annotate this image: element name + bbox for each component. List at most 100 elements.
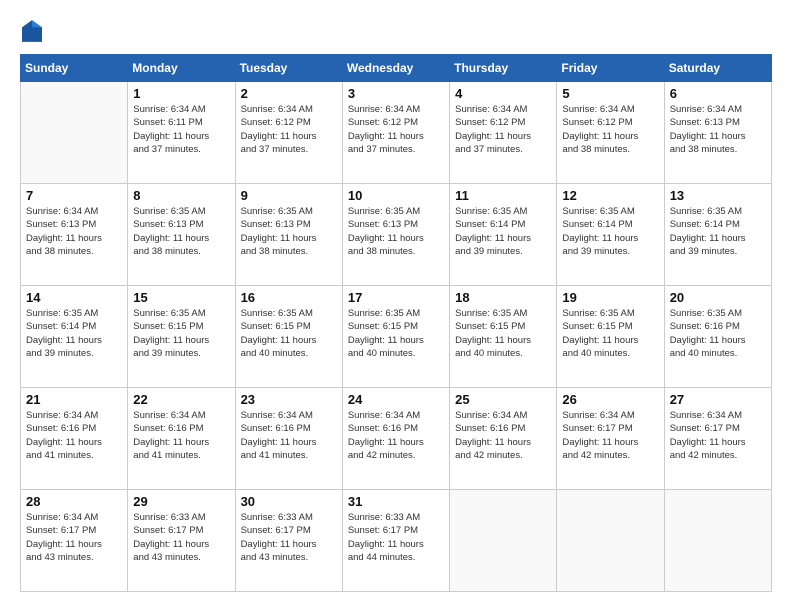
cell-info: Sunrise: 6:35 AM Sunset: 6:14 PM Dayligh… <box>670 205 766 258</box>
day-number: 23 <box>241 392 337 407</box>
cell-info: Sunrise: 6:35 AM Sunset: 6:15 PM Dayligh… <box>241 307 337 360</box>
calendar-header: SundayMondayTuesdayWednesdayThursdayFrid… <box>21 55 772 82</box>
day-number: 19 <box>562 290 658 305</box>
column-header-monday: Monday <box>128 55 235 82</box>
day-number: 24 <box>348 392 444 407</box>
day-number: 4 <box>455 86 551 101</box>
day-number: 31 <box>348 494 444 509</box>
calendar-cell: 31 Sunrise: 6:33 AM Sunset: 6:17 PM Dayli… <box>342 490 449 592</box>
calendar-cell: 18Sunrise: 6:35 AM Sunset: 6:15 PM Dayli… <box>450 286 557 388</box>
cell-info: Sunrise: 6:35 AM Sunset: 6:13 PM Dayligh… <box>133 205 229 258</box>
day-number: 22 <box>133 392 229 407</box>
cell-info: Sunrise: 6:33 AM Sunset: 6:17 PM Dayligh… <box>241 511 337 564</box>
day-number: 13 <box>670 188 766 203</box>
day-number: 25 <box>455 392 551 407</box>
calendar-cell: 15 Sunrise: 6:35 AM Sunset: 6:15 PM Dayli… <box>128 286 235 388</box>
header <box>20 20 772 42</box>
day-number: 11 <box>455 188 551 203</box>
cell-info: Sunrise: 6:34 AM Sunset: 6:16 PM Dayligh… <box>26 409 122 462</box>
column-header-saturday: Saturday <box>664 55 771 82</box>
cell-info: Sunrise: 6:34 AM Sunset: 6:13 PM Dayligh… <box>26 205 122 258</box>
calendar-cell: 10 Sunrise: 6:35 AM Sunset: 6:13 PM Dayli… <box>342 184 449 286</box>
day-number: 1 <box>133 86 229 101</box>
day-number: 30 <box>241 494 337 509</box>
cell-info: Sunrise: 6:35 AM Sunset: 6:13 PM Dayligh… <box>241 205 337 258</box>
column-header-thursday: Thursday <box>450 55 557 82</box>
calendar-cell: 21 Sunrise: 6:34 AM Sunset: 6:16 PM Dayli… <box>21 388 128 490</box>
day-number: 28 <box>26 494 122 509</box>
column-header-sunday: Sunday <box>21 55 128 82</box>
day-number: 14 <box>26 290 122 305</box>
page: SundayMondayTuesdayWednesdayThursdayFrid… <box>0 0 792 612</box>
day-number: 29 <box>133 494 229 509</box>
cell-info: Sunrise: 6:34 AM Sunset: 6:16 PM Dayligh… <box>241 409 337 462</box>
calendar-cell: 4 Sunrise: 6:34 AM Sunset: 6:12 PM Daylig… <box>450 82 557 184</box>
calendar-cell: 14 Sunrise: 6:35 AM Sunset: 6:14 PM Dayli… <box>21 286 128 388</box>
calendar-cell: 9 Sunrise: 6:35 AM Sunset: 6:13 PM Daylig… <box>235 184 342 286</box>
day-number: 20 <box>670 290 766 305</box>
day-number: 2 <box>241 86 337 101</box>
cell-info: Sunrise: 6:35 AM Sunset: 6:13 PM Dayligh… <box>348 205 444 258</box>
calendar-cell: 19 Sunrise: 6:35 AM Sunset: 6:15 PM Dayli… <box>557 286 664 388</box>
calendar-cell <box>21 82 128 184</box>
day-number: 18 <box>455 290 551 305</box>
calendar-cell: 27Sunrise: 6:34 AM Sunset: 6:17 PM Dayli… <box>664 388 771 490</box>
cell-info: Sunrise: 6:35 AM Sunset: 6:14 PM Dayligh… <box>455 205 551 258</box>
cell-info: Sunrise: 6:34 AM Sunset: 6:16 PM Dayligh… <box>455 409 551 462</box>
cell-info: Sunrise: 6:34 AM Sunset: 6:13 PM Dayligh… <box>670 103 766 156</box>
cell-info: Sunrise: 6:34 AM Sunset: 6:12 PM Dayligh… <box>241 103 337 156</box>
calendar-cell: 8 Sunrise: 6:35 AM Sunset: 6:13 PM Daylig… <box>128 184 235 286</box>
day-number: 3 <box>348 86 444 101</box>
calendar-table: SundayMondayTuesdayWednesdayThursdayFrid… <box>20 54 772 592</box>
day-number: 12 <box>562 188 658 203</box>
week-row-0: 1Sunrise: 6:34 AM Sunset: 6:11 PM Daylig… <box>21 82 772 184</box>
cell-info: Sunrise: 6:33 AM Sunset: 6:17 PM Dayligh… <box>133 511 229 564</box>
calendar-cell: 22Sunrise: 6:34 AM Sunset: 6:16 PM Dayli… <box>128 388 235 490</box>
calendar-cell: 7Sunrise: 6:34 AM Sunset: 6:13 PM Daylig… <box>21 184 128 286</box>
calendar-body: 1Sunrise: 6:34 AM Sunset: 6:11 PM Daylig… <box>21 82 772 592</box>
calendar-cell: 20 Sunrise: 6:35 AM Sunset: 6:16 PM Dayli… <box>664 286 771 388</box>
cell-info: Sunrise: 6:35 AM Sunset: 6:15 PM Dayligh… <box>562 307 658 360</box>
calendar-cell: 6 Sunrise: 6:34 AM Sunset: 6:13 PM Daylig… <box>664 82 771 184</box>
calendar-cell: 28 Sunrise: 6:34 AM Sunset: 6:17 PM Dayli… <box>21 490 128 592</box>
cell-info: Sunrise: 6:34 AM Sunset: 6:12 PM Dayligh… <box>455 103 551 156</box>
cell-info: Sunrise: 6:35 AM Sunset: 6:16 PM Dayligh… <box>670 307 766 360</box>
calendar-cell: 2 Sunrise: 6:34 AM Sunset: 6:12 PM Daylig… <box>235 82 342 184</box>
day-number: 5 <box>562 86 658 101</box>
calendar-cell <box>450 490 557 592</box>
cell-info: Sunrise: 6:35 AM Sunset: 6:15 PM Dayligh… <box>348 307 444 360</box>
week-row-3: 21 Sunrise: 6:34 AM Sunset: 6:16 PM Dayli… <box>21 388 772 490</box>
header-row: SundayMondayTuesdayWednesdayThursdayFrid… <box>21 55 772 82</box>
day-number: 17 <box>348 290 444 305</box>
day-number: 9 <box>241 188 337 203</box>
cell-info: Sunrise: 6:34 AM Sunset: 6:17 PM Dayligh… <box>26 511 122 564</box>
day-number: 16 <box>241 290 337 305</box>
column-header-wednesday: Wednesday <box>342 55 449 82</box>
calendar-cell: 29 Sunrise: 6:33 AM Sunset: 6:17 PM Dayli… <box>128 490 235 592</box>
cell-info: Sunrise: 6:34 AM Sunset: 6:17 PM Dayligh… <box>562 409 658 462</box>
day-number: 15 <box>133 290 229 305</box>
cell-info: Sunrise: 6:33 AM Sunset: 6:17 PM Dayligh… <box>348 511 444 564</box>
calendar-cell: 23 Sunrise: 6:34 AM Sunset: 6:16 PM Dayli… <box>235 388 342 490</box>
day-number: 8 <box>133 188 229 203</box>
calendar-cell <box>557 490 664 592</box>
cell-info: Sunrise: 6:34 AM Sunset: 6:12 PM Dayligh… <box>562 103 658 156</box>
day-number: 10 <box>348 188 444 203</box>
day-number: 6 <box>670 86 766 101</box>
day-number: 27 <box>670 392 766 407</box>
logo <box>20 20 42 42</box>
column-header-friday: Friday <box>557 55 664 82</box>
day-number: 21 <box>26 392 122 407</box>
calendar-cell: 17 Sunrise: 6:35 AM Sunset: 6:15 PM Dayli… <box>342 286 449 388</box>
cell-info: Sunrise: 6:34 AM Sunset: 6:12 PM Dayligh… <box>348 103 444 156</box>
calendar-cell: 24Sunrise: 6:34 AM Sunset: 6:16 PM Dayli… <box>342 388 449 490</box>
cell-info: Sunrise: 6:35 AM Sunset: 6:14 PM Dayligh… <box>562 205 658 258</box>
calendar-cell: 1Sunrise: 6:34 AM Sunset: 6:11 PM Daylig… <box>128 82 235 184</box>
week-row-1: 7Sunrise: 6:34 AM Sunset: 6:13 PM Daylig… <box>21 184 772 286</box>
cell-info: Sunrise: 6:35 AM Sunset: 6:15 PM Dayligh… <box>133 307 229 360</box>
week-row-2: 14 Sunrise: 6:35 AM Sunset: 6:14 PM Dayli… <box>21 286 772 388</box>
column-header-tuesday: Tuesday <box>235 55 342 82</box>
calendar-cell <box>664 490 771 592</box>
cell-info: Sunrise: 6:35 AM Sunset: 6:14 PM Dayligh… <box>26 307 122 360</box>
week-row-4: 28 Sunrise: 6:34 AM Sunset: 6:17 PM Dayli… <box>21 490 772 592</box>
